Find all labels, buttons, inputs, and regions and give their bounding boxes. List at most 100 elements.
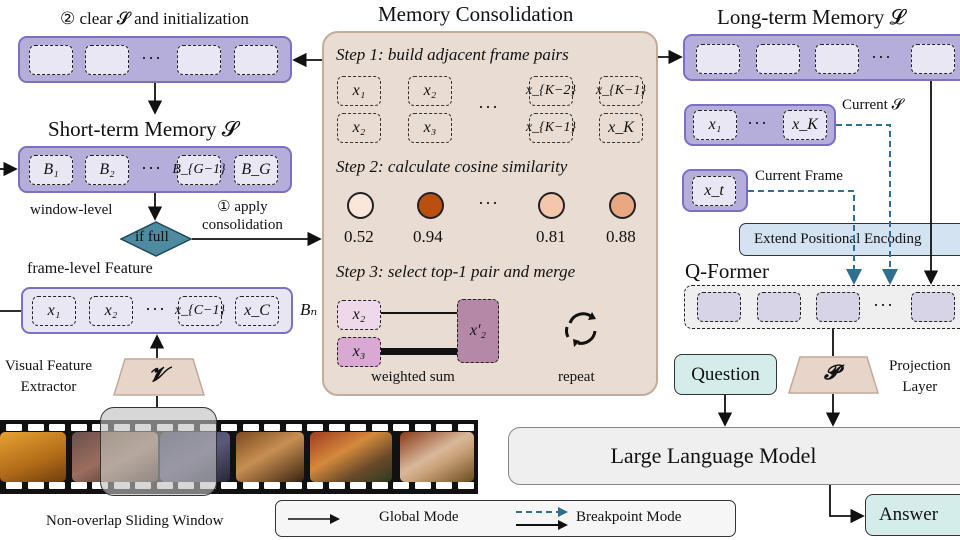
sprocket-hole (414, 482, 431, 489)
pair-slot: x_{K−2} (526, 76, 576, 106)
merge-input-slot: x₂ (337, 300, 381, 330)
query-slot (697, 292, 741, 322)
similarity-value: 0.94 (413, 227, 443, 246)
pair-slot: x_{K−1} (526, 113, 576, 143)
dashed-current-s-to-qformer (836, 124, 898, 285)
sprocket-hole (307, 482, 323, 489)
question-box: Question (674, 354, 777, 395)
frame-slot: x₁ (32, 296, 76, 326)
visual-feature-extractor-label: Visual Feature Extractor (5, 358, 92, 395)
current-frame-label: Current Frame (755, 168, 843, 184)
empty-slot (29, 45, 73, 75)
merge-input-slot: x₃ (337, 337, 381, 367)
empty-slot (911, 44, 955, 74)
sprocket-hole (371, 424, 388, 431)
if-full-decision: if full (119, 221, 193, 257)
sprocket-hole (70, 424, 87, 431)
q-former-title: Q-Former (685, 259, 769, 283)
long-term-memory: ··· (683, 34, 960, 81)
long-term-memory-title: Long-term Memory 𝓛 (717, 5, 905, 29)
apply-consolidation-label: ① apply consolidation (202, 199, 283, 233)
current-short-term-memory: x₁ ··· x_K (684, 104, 836, 146)
clear-init-caption: ② clear 𝓢 and initialization (60, 9, 249, 28)
step-2-number: ② (60, 9, 76, 28)
frame-level-feature-title: frame-level Feature (27, 260, 153, 277)
merged-slot: x′₂ (457, 299, 499, 363)
legend-breakpoint-mode: Breakpoint Mode (576, 509, 682, 525)
legend-global-mode: Global Mode (379, 509, 459, 525)
sprocket-hole (457, 482, 474, 489)
projection-layer-label: Projection Layer (889, 358, 951, 395)
frame-slot: x₁ (693, 110, 737, 140)
sliding-window-caption: Non-overlap Sliding Window (46, 513, 224, 529)
weight-line-thick (381, 348, 457, 355)
sprocket-hole (436, 482, 452, 489)
empty-slot (815, 44, 859, 74)
sprocket-hole (27, 482, 44, 489)
sprocket-hole (414, 424, 431, 431)
block-n-label: Bₙ (300, 300, 318, 319)
reset-short-term-memory: ··· (18, 36, 292, 83)
large-language-model: Large Language Model (508, 427, 960, 485)
window-level-label: window-level (30, 202, 113, 218)
similarity-value: 0.88 (606, 227, 636, 246)
pair-slot: x_{K−1} (596, 76, 646, 106)
sprocket-hole (242, 482, 259, 489)
visual-feature-extractor: 𝓥 (112, 358, 206, 396)
ellipsis: ··· (478, 97, 499, 117)
projection-layer: 𝓟 (787, 356, 880, 394)
block-slot: B_G (234, 155, 278, 185)
sprocket-hole (221, 482, 237, 489)
sprocket-hole (285, 424, 302, 431)
step-1-number: ① (217, 199, 231, 215)
arrow-llm-to-answer (829, 485, 865, 524)
empty-slot (177, 45, 221, 75)
sprocket-hole (285, 482, 302, 489)
repeat-icon (562, 309, 602, 349)
sprocket-hole (328, 424, 345, 431)
sprocket-hole (6, 424, 22, 431)
query-slot (911, 292, 955, 322)
video-frame (0, 432, 66, 482)
similarity-value: 0.52 (344, 227, 374, 246)
block-slot: B₂ (85, 155, 129, 185)
sprocket-hole (49, 482, 65, 489)
dashed-arrow-icon (516, 507, 568, 530)
video-frame (236, 432, 304, 482)
similarity-circle (417, 192, 444, 219)
ellipsis: ··· (141, 158, 162, 178)
sprocket-hole (393, 482, 409, 489)
empty-slot (234, 45, 278, 75)
similarity-value: 0.81 (536, 227, 566, 246)
sprocket-hole (70, 482, 87, 489)
ellipsis: ··· (747, 113, 768, 133)
memory-consolidation-panel: Step 1: build adjacent frame pairs x₁ x₂… (322, 31, 658, 396)
pair-slot: x₂ (408, 76, 452, 106)
extend-positional-encoding: Extend Positional Encoding (739, 223, 960, 256)
ellipsis: ··· (478, 193, 499, 213)
short-term-memory: B₁ B₂ ··· B_{G−1} B_G (18, 146, 292, 193)
repeat-label: repeat (558, 369, 595, 385)
pair-slot: x₁ (337, 76, 381, 106)
sprocket-hole (350, 482, 366, 489)
frame-slot: x₂ (89, 296, 133, 326)
frame-slot: x_{C−1} (175, 296, 225, 326)
empty-slot (696, 44, 740, 74)
sprocket-hole (393, 424, 409, 431)
sprocket-hole (6, 482, 22, 489)
sprocket-hole (264, 424, 280, 431)
ellipsis: ··· (145, 299, 166, 319)
ellipsis: ··· (141, 48, 162, 68)
sprocket-hole (264, 482, 280, 489)
video-frame (310, 432, 392, 482)
sliding-window-highlight[interactable] (100, 407, 217, 496)
frame-slot: x_K (783, 110, 827, 140)
similarity-circle (609, 192, 636, 219)
frame-slot: x_t (692, 176, 736, 206)
answer-box: Answer (865, 494, 960, 536)
step-1-label: Step 1: build adjacent frame pairs (336, 45, 569, 64)
sprocket-hole (27, 424, 44, 431)
step-2-label: Step 2: calculate cosine similarity (336, 157, 568, 176)
solid-arrow-icon (288, 514, 340, 524)
sprocket-hole (350, 424, 366, 431)
